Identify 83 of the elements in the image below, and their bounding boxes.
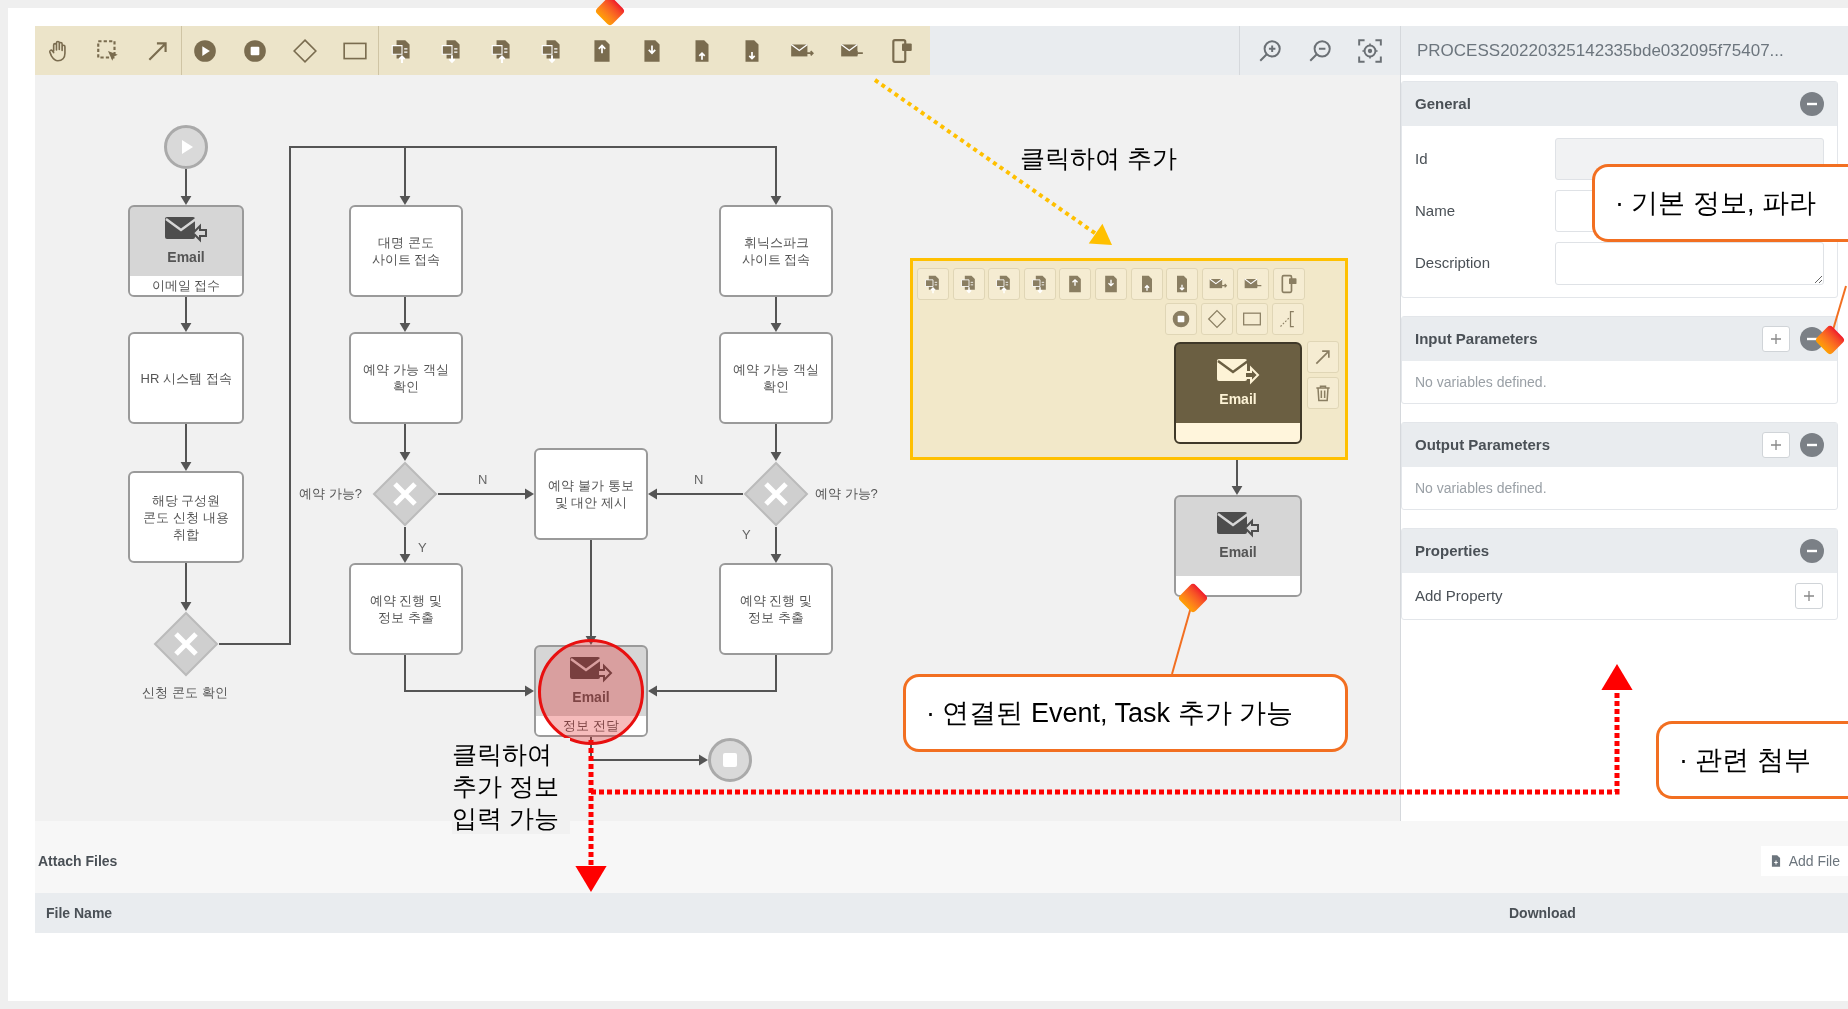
node-label: 정보 전달 (563, 719, 619, 732)
field-label: Name (1415, 200, 1456, 221)
envelope-send-icon (569, 655, 613, 685)
node-title: Email (167, 248, 205, 267)
add-button[interactable] (1762, 432, 1790, 458)
column-header: File Name (45, 903, 114, 923)
gateway-node[interactable] (153, 611, 219, 677)
section-title: General (1415, 93, 1471, 114)
hint-text: 클릭하여 추가 (1020, 143, 1177, 174)
section-title: Attach Files (38, 851, 118, 871)
email-task-node[interactable]: Email (1174, 342, 1302, 444)
envelope-send-icon[interactable] (1201, 268, 1234, 300)
add-file-button[interactable]: Add File (1760, 846, 1848, 876)
document-upload-icon[interactable] (1059, 268, 1092, 300)
task-node[interactable]: 예약 진행 및 정보 추출 (349, 563, 463, 655)
plus-icon (1803, 590, 1815, 602)
task-node[interactable]: 휘닉스파크 사이트 접속 (719, 205, 833, 297)
annotation-tooltip: · 기본 정보, 파라 (1592, 164, 1848, 242)
envelope-send-icon (1216, 357, 1260, 387)
gateway-node[interactable] (372, 461, 438, 527)
trash-icon[interactable] (1307, 377, 1339, 409)
email-task-node[interactable]: Email 정보 전달 (534, 645, 648, 737)
annotation-icon[interactable] (1271, 303, 1304, 335)
empty-message: No variables defined. (1415, 478, 1547, 498)
plus-icon (1770, 439, 1782, 451)
edge-label: Y (742, 526, 751, 544)
edge-label: N (478, 471, 488, 489)
empty-message: No variables defined. (1415, 372, 1547, 392)
task-node[interactable]: 예약 가능 객실 확인 (719, 332, 833, 424)
task-node[interactable]: HR 시스템 접속 (128, 332, 244, 424)
envelope-receive-icon[interactable] (1237, 268, 1270, 300)
phone-icon[interactable] (1273, 268, 1305, 300)
gateway-label: 예약 가능? (298, 485, 362, 503)
email-task-node[interactable]: Email (1174, 495, 1302, 597)
connector-arrow (180, 562, 192, 611)
document-download-icon[interactable] (952, 268, 985, 300)
annotation-tooltip: · 연결된 Event, Task 추가 가능 (903, 674, 1348, 752)
section-title: Output Parameters (1415, 434, 1551, 455)
task-node[interactable]: 예약 불가 통보 및 대안 제시 (534, 448, 648, 540)
gateway-label: 신청 콘도 확인 (141, 684, 229, 702)
collapse-icon[interactable] (1800, 92, 1824, 116)
document-upload-icon[interactable] (917, 268, 949, 300)
gateway-node[interactable] (743, 461, 809, 527)
file-upload-icon[interactable] (1130, 268, 1163, 300)
section-title: Properties (1415, 540, 1490, 561)
hint-text: 클릭하여 추가 정보 입력 가능 (452, 738, 570, 834)
column-header: Download (1509, 903, 1576, 923)
annotation-tooltip: · 관련 첨부 (1656, 721, 1848, 799)
rectangle-icon[interactable] (1236, 303, 1269, 335)
collapse-icon[interactable] (1800, 327, 1824, 351)
task-node[interactable]: 예약 진행 및 정보 추출 (719, 563, 833, 655)
document-download-icon[interactable] (1095, 268, 1127, 300)
process-title: PROCESS20220325142335bde032095f75407... (1417, 39, 1784, 62)
description-field[interactable] (1555, 242, 1824, 285)
stop-icon (722, 752, 738, 768)
field-label: Description (1415, 253, 1492, 274)
add-property-button[interactable] (1795, 583, 1823, 609)
node-title: Email (1219, 390, 1257, 409)
edge-label: Y (418, 539, 427, 557)
task-node[interactable]: 대명 콘도 사이트 접속 (349, 205, 463, 297)
property-label: Add Property (1415, 585, 1503, 606)
envelope-receive-icon (164, 215, 208, 245)
node-title: Email (1219, 543, 1257, 562)
document-download-icon[interactable] (1023, 268, 1056, 300)
node-label: 이메일 접수 (151, 279, 221, 292)
envelope-receive-icon (1216, 510, 1260, 540)
edge-label: N (694, 471, 704, 489)
connector-arrow (180, 168, 192, 205)
add-button[interactable] (1762, 326, 1790, 352)
section-title: Input Parameters (1415, 328, 1538, 349)
plus-icon (1770, 333, 1782, 345)
node-title: Email (572, 688, 610, 707)
task-node[interactable]: 예약 가능 객실 확인 (349, 332, 463, 424)
task-node[interactable]: 해당 구성원 콘도 신청 내용 취합 (128, 471, 244, 563)
file-download-icon[interactable] (1166, 268, 1199, 300)
collapse-icon[interactable] (1800, 433, 1824, 457)
collapse-icon[interactable] (1800, 539, 1824, 563)
document-upload-icon[interactable] (988, 268, 1021, 300)
field-label: Id (1415, 148, 1429, 169)
email-task-node[interactable]: Email 이메일 접수 (128, 205, 244, 297)
gateway-label: 예약 가능? (815, 485, 879, 503)
connector-arrow (180, 423, 192, 471)
connector-arrow (180, 296, 192, 332)
